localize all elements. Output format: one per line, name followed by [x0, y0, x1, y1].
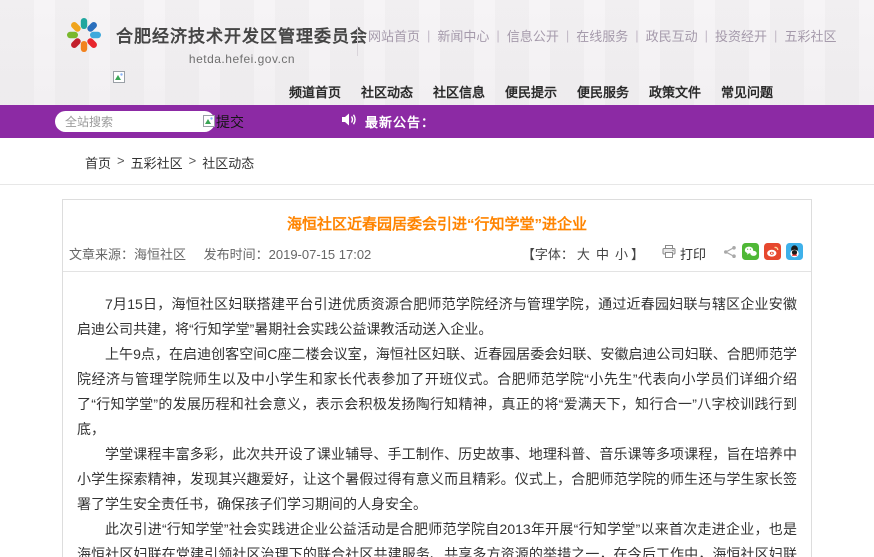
breadcrumb-separator: > [189, 153, 197, 172]
top-nav-item-news[interactable]: 新闻中心 [437, 26, 489, 45]
article-container: 海恒社区近春园居委会引进“行知学堂”进企业 文章来源：海恒社区 发布时间：201… [62, 199, 812, 557]
channel-nav-item-faq[interactable]: 常见问题 [721, 82, 773, 101]
breadcrumb-home[interactable]: 首页 [85, 153, 111, 172]
site-title: 合肥经济技术开发区管理委员会 [116, 22, 368, 47]
share-icons [718, 243, 803, 263]
font-size-medium-button[interactable]: 中 [596, 244, 609, 263]
top-nav-item-community[interactable]: 五彩社区 [784, 26, 836, 45]
nav-separator: | [635, 28, 638, 43]
weibo-share-icon[interactable] [764, 243, 781, 263]
search-submit-label: 提交 [216, 112, 244, 132]
article-meta-row: 文章来源：海恒社区 发布时间：2019-07-15 17:02 【字体： 大 中… [63, 236, 811, 272]
top-nav-item-services[interactable]: 在线服务 [576, 26, 628, 45]
article-paragraph: 7月15日，海恒社区妇联搭建平台引进优质资源合肥师范学院经济与管理学院，通过近春… [77, 292, 797, 342]
nav-separator: | [427, 28, 430, 43]
channel-nav-item-channel-home[interactable]: 频道首页 [289, 82, 341, 101]
share-icon[interactable] [723, 245, 737, 262]
article-paragraph: 上午9点，在启迪创客空间C座二楼会议室，海恒社区妇联、近春园居委会妇联、安徽启迪… [77, 342, 797, 442]
nav-separator: | [496, 28, 499, 43]
article-publish-time: 发布时间：2019-07-15 17:02 [204, 247, 372, 262]
site-url: hetda.hefei.gov.cn [116, 52, 368, 66]
nav-separator: | [774, 28, 777, 43]
search-bar: 提交 最新公告： [0, 105, 874, 138]
channel-nav-item-community-news[interactable]: 社区动态 [361, 82, 413, 101]
top-nav-item-interaction[interactable]: 政民互动 [646, 26, 698, 45]
font-size-small-button[interactable]: 小 [615, 244, 628, 263]
top-nav: 网站首页 | 新闻中心 | 信息公开 | 在线服务 | 政民互动 | 投资经开 … [368, 26, 836, 45]
search-pill [55, 111, 215, 132]
channel-nav-item-community-info[interactable]: 社区信息 [433, 82, 485, 101]
article-title: 海恒社区近春园居委会引进“行知学堂”进企业 [63, 200, 811, 236]
qq-share-icon[interactable] [786, 243, 803, 263]
article-body: 7月15日，海恒社区妇联搭建平台引进优质资源合肥师范学院经济与管理学院，通过近春… [63, 272, 811, 557]
article-paragraph: 此次引进“行知学堂”社会实践进企业公益活动是合肥师范学院自2013年开展“行知学… [77, 517, 797, 557]
article-meta-left: 文章来源：海恒社区 发布时间：2019-07-15 17:02 [69, 244, 385, 263]
channel-nav-item-tips[interactable]: 便民提示 [505, 82, 557, 101]
channel-nav-item-policy[interactable]: 政策文件 [649, 82, 701, 101]
breadcrumb-community-news[interactable]: 社区动态 [202, 153, 254, 172]
top-nav-item-home[interactable]: 网站首页 [368, 26, 420, 45]
font-size-label-close: 】 [631, 244, 644, 263]
article-source: 文章来源：海恒社区 [69, 247, 186, 262]
site-header: 合肥经济技术开发区管理委员会 hetda.hefei.gov.cn 网站首页 |… [0, 0, 874, 105]
printer-icon [662, 245, 676, 261]
breadcrumb-separator: > [117, 153, 125, 172]
wechat-share-icon[interactable] [742, 243, 759, 263]
top-nav-item-info[interactable]: 信息公开 [507, 26, 559, 45]
header-divider [357, 26, 358, 56]
search-input[interactable] [65, 115, 205, 129]
font-size-label-open: 【字体： [522, 244, 574, 263]
breadcrumb-community[interactable]: 五彩社区 [131, 153, 183, 172]
top-nav-item-invest[interactable]: 投资经开 [715, 26, 767, 45]
nav-separator: | [566, 28, 569, 43]
breadcrumb: 首页 > 五彩社区 > 社区动态 [0, 138, 874, 184]
article-paragraph: 学堂课程丰富多彩，此次共开设了课业辅导、手工制作、历史故事、地理科普、音乐课等多… [77, 442, 797, 517]
channel-nav: 频道首页 社区动态 社区信息 便民提示 便民服务 政策文件 常见问题 [289, 82, 793, 101]
site-brand: 合肥经济技术开发区管理委员会 hetda.hefei.gov.cn [64, 14, 368, 66]
broken-image-icon [203, 114, 215, 130]
channel-nav-item-convenience[interactable]: 便民服务 [577, 82, 629, 101]
announcement-area: 最新公告： [341, 112, 435, 132]
divider [0, 184, 874, 185]
nav-separator: | [705, 28, 708, 43]
font-size-large-button[interactable]: 大 [577, 244, 590, 263]
site-logo-icon [64, 14, 104, 61]
search-submit-button[interactable]: 提交 [203, 112, 244, 132]
print-button[interactable]: 打印 [658, 244, 706, 263]
broken-image-icon [113, 70, 125, 88]
announcement-label: 最新公告： [365, 112, 435, 131]
speaker-icon [341, 112, 357, 132]
article-meta-right: 【字体： 大 中 小 】 打印 [522, 243, 803, 263]
print-label: 打印 [680, 244, 706, 263]
